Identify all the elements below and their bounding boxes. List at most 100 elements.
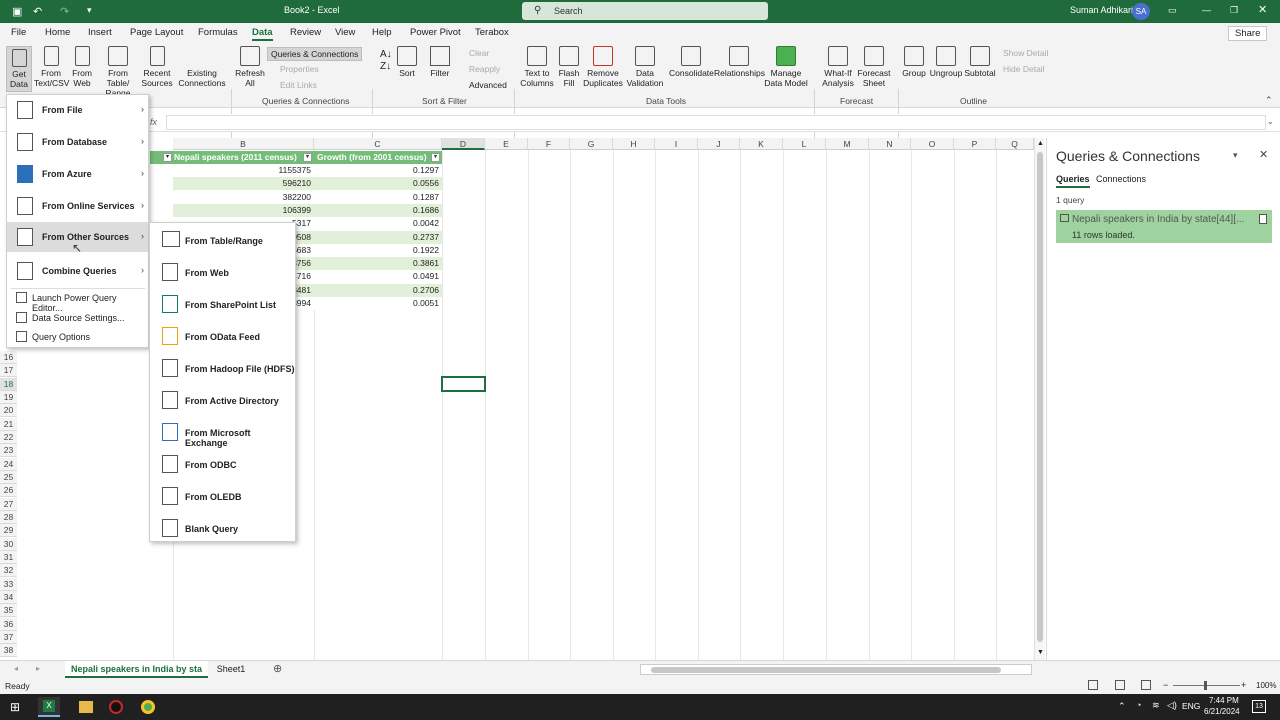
table-cell-c[interactable]: 0.2737	[314, 230, 442, 244]
submenu-item-web[interactable]: From Web	[150, 256, 295, 288]
formula-input[interactable]	[166, 115, 1266, 130]
chrome-icon[interactable]	[141, 700, 155, 714]
normal-view-icon[interactable]	[1088, 680, 1098, 690]
subtotal-button[interactable]: Subtotal	[963, 46, 997, 78]
column-header[interactable]: I	[655, 138, 698, 150]
tab-view[interactable]: View	[335, 27, 355, 38]
column-header[interactable]: N	[869, 138, 911, 150]
row-header[interactable]: 25	[0, 471, 17, 485]
manage-data-model-button[interactable]: Manage Data Model	[764, 46, 808, 88]
prev-sheet-icon[interactable]: ◂	[14, 664, 18, 673]
edit-links-button[interactable]: Edit Links	[280, 80, 317, 90]
refresh-all-button[interactable]: Refresh All	[235, 46, 265, 88]
row-header[interactable]: 16	[0, 351, 17, 365]
windows-start-icon[interactable]: ⊞	[10, 700, 20, 714]
restore-icon[interactable]: ❐	[1230, 5, 1238, 16]
add-sheet-icon[interactable]: ⊕	[273, 662, 282, 675]
table-cell-c[interactable]: 0.2706	[314, 283, 442, 297]
table-cell-c[interactable]: 0.1686	[314, 203, 442, 217]
menu-item-combine-queries[interactable]: Combine Queries ›	[7, 256, 148, 286]
menu-item-query-options[interactable]: Query Options	[7, 328, 148, 347]
column-header[interactable]: Q	[996, 138, 1034, 150]
ungroup-button[interactable]: Ungroup	[928, 46, 964, 78]
table-cell-b[interactable]: 106399	[173, 203, 314, 217]
clock-time[interactable]: 7:44 PM	[1209, 696, 1239, 705]
table-cell-b[interactable]: 382200	[173, 190, 314, 204]
tab-home[interactable]: Home	[45, 27, 70, 38]
what-if-analysis-button[interactable]: What-If Analysis	[818, 46, 858, 88]
zoom-in-icon[interactable]: +	[1241, 680, 1246, 690]
row-header[interactable]: 30	[0, 538, 17, 552]
column-header[interactable]: G	[570, 138, 613, 150]
table-cell-c[interactable]: 0.3861	[314, 257, 442, 271]
menu-item-data-source-settings[interactable]: Data Source Settings...	[7, 309, 148, 328]
zoom-out-icon[interactable]: −	[1163, 680, 1168, 690]
tray-chevron-icon[interactable]: ⌃	[1118, 701, 1126, 712]
relationships-button[interactable]: Relationships	[714, 46, 765, 78]
menu-item-from-azure[interactable]: From Azure ›	[7, 159, 148, 189]
tab-terabox[interactable]: Terabox	[475, 27, 509, 38]
fx-icon[interactable]: fx	[150, 117, 157, 127]
column-header[interactable]: E	[485, 138, 528, 150]
query-refresh-icon[interactable]	[1259, 214, 1267, 224]
taskbar-excel[interactable]: X	[38, 697, 60, 717]
row-header[interactable]: 28	[0, 511, 17, 525]
language-indicator[interactable]: ENG	[1182, 701, 1200, 711]
table-cell-c[interactable]: 0.1287	[314, 190, 442, 204]
table-cell-b[interactable]: 1155375	[173, 164, 314, 177]
avatar[interactable]: SA	[1132, 3, 1150, 20]
from-table-range-button[interactable]: From Table/ Range	[96, 46, 140, 98]
collapse-ribbon-icon[interactable]: ⌃	[1265, 95, 1273, 106]
submenu-item-oledb[interactable]: From OLEDB	[150, 480, 295, 512]
group-button[interactable]: Group	[900, 46, 928, 78]
pane-close-icon[interactable]: ✕	[1259, 148, 1268, 161]
row-header[interactable]: 34	[0, 591, 17, 605]
forecast-sheet-button[interactable]: Forecast Sheet	[856, 46, 892, 88]
sort-az-icon[interactable]: A↓ Z↓	[380, 49, 392, 73]
submenu-item-odata[interactable]: From OData Feed	[150, 320, 295, 352]
table-header-c[interactable]: Growth (from 2001 census) ▾	[314, 151, 442, 164]
close-icon[interactable]: ✕	[1258, 3, 1267, 16]
table-cell-b[interactable]: 596210	[173, 177, 314, 191]
column-header[interactable]: H	[613, 138, 655, 150]
tab-review[interactable]: Review	[290, 27, 321, 38]
row-header[interactable]: 23	[0, 444, 17, 458]
zoom-level[interactable]: 100%	[1256, 681, 1276, 690]
scroll-thumb[interactable]	[1037, 152, 1043, 642]
tab-formulas[interactable]: Formulas	[198, 27, 238, 38]
row-header[interactable]: 36	[0, 618, 17, 632]
wifi-icon[interactable]: ≋	[1152, 700, 1160, 711]
next-sheet-icon[interactable]: ▸	[36, 664, 40, 673]
column-header[interactable]: P	[954, 138, 996, 150]
column-header[interactable]: K	[740, 138, 783, 150]
row-header[interactable]: 31	[0, 551, 17, 565]
get-data-button[interactable]: Get Data	[6, 46, 32, 92]
remove-duplicates-button[interactable]: Remove Duplicates	[583, 46, 623, 88]
page-break-view-icon[interactable]	[1141, 680, 1151, 690]
tab-insert[interactable]: Insert	[88, 27, 112, 38]
from-text-csv-button[interactable]: From Text/CSV	[34, 46, 69, 88]
clock-date[interactable]: 6/21/2024	[1204, 707, 1240, 716]
tab-data[interactable]: Data	[252, 27, 273, 41]
volume-icon[interactable]: ◁)	[1167, 700, 1177, 711]
query-item[interactable]: Nepali speakers in India by state[44][..…	[1056, 210, 1272, 243]
row-header[interactable]: 29	[0, 524, 17, 538]
show-detail-button[interactable]: Show Detail	[1003, 48, 1048, 58]
column-header[interactable]: D	[442, 138, 485, 150]
advanced-button[interactable]: Advanced	[469, 80, 507, 90]
menu-item-from-file[interactable]: From File ›	[7, 95, 148, 125]
tab-help[interactable]: Help	[372, 27, 392, 38]
queries-connections-button[interactable]: Queries & Connections	[267, 47, 363, 61]
column-header[interactable]: M	[826, 138, 869, 150]
filter-button[interactable]: Filter	[428, 46, 452, 78]
row-header[interactable]: 19	[0, 391, 17, 405]
column-header[interactable]: L	[783, 138, 826, 150]
tab-page-layout[interactable]: Page Layout	[130, 27, 183, 38]
table-header-b[interactable]: Nepali speakers (2011 census) ▾	[150, 151, 314, 164]
column-header[interactable]: F	[528, 138, 570, 150]
row-header[interactable]: 18	[0, 378, 17, 392]
row-header[interactable]: 33	[0, 578, 17, 592]
sheet-tab-sheet1[interactable]: Sheet1	[210, 661, 252, 678]
flash-fill-button[interactable]: Flash Fill	[557, 46, 581, 88]
scroll-up-icon[interactable]: ▲	[1037, 140, 1044, 147]
